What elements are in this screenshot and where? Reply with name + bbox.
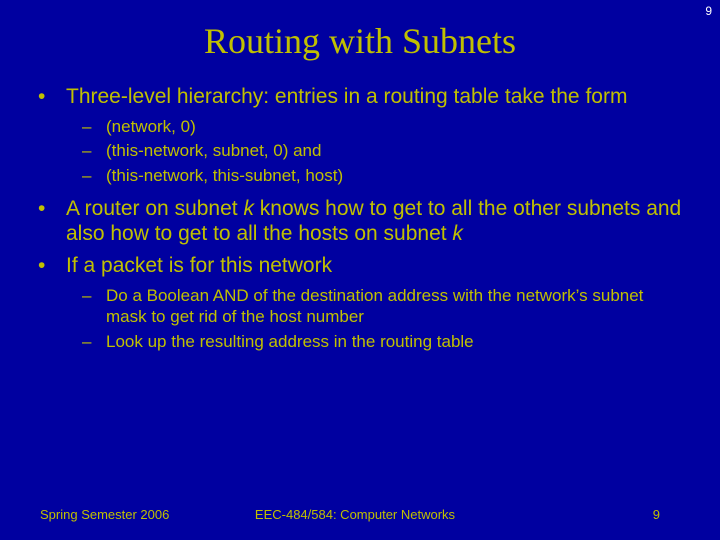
sub-bullet-item: – Do a Boolean AND of the destination ad…	[34, 285, 686, 329]
bullet-item: • A router on subnet k knows how to get …	[34, 196, 686, 247]
sub-bullet-text: (network, 0)	[106, 116, 686, 138]
sub-bullet-item: – (this-network, subnet, 0) and	[34, 140, 686, 162]
slide-body: • Three-level hierarchy: entries in a ro…	[0, 84, 720, 353]
sub-bullet-item: – (this-network, this-subnet, host)	[34, 165, 686, 187]
footer-left: Spring Semester 2006	[40, 507, 243, 522]
bullet-text: Three-level hierarchy: entries in a rout…	[66, 84, 686, 110]
slide-footer: Spring Semester 2006 EEC-484/584: Comput…	[0, 507, 720, 522]
dash-marker-icon: –	[82, 285, 106, 329]
slide-title: Routing with Subnets	[0, 0, 720, 84]
sub-bullet-text: (this-network, subnet, 0) and	[106, 140, 686, 162]
footer-page-number: 9	[457, 507, 680, 522]
bullet-text: A router on subnet k knows how to get to…	[66, 196, 686, 247]
bullet-marker-icon: •	[34, 196, 66, 247]
bullet-text: If a packet is for this network	[66, 253, 686, 279]
footer-center: EEC-484/584: Computer Networks	[243, 507, 456, 522]
bullet-item: • Three-level hierarchy: entries in a ro…	[34, 84, 686, 110]
sub-bullet-text: Look up the resulting address in the rou…	[106, 331, 686, 353]
sub-bullet-text: (this-network, this-subnet, host)	[106, 165, 686, 187]
bullet-marker-icon: •	[34, 253, 66, 279]
bullet-marker-icon: •	[34, 84, 66, 110]
slide: 9 Routing with Subnets • Three-level hie…	[0, 0, 720, 540]
dash-marker-icon: –	[82, 140, 106, 162]
dash-marker-icon: –	[82, 331, 106, 353]
dash-marker-icon: –	[82, 165, 106, 187]
page-number-top: 9	[705, 4, 712, 18]
sub-bullet-item: – Look up the resulting address in the r…	[34, 331, 686, 353]
sub-bullet-text: Do a Boolean AND of the destination addr…	[106, 285, 686, 329]
dash-marker-icon: –	[82, 116, 106, 138]
sub-bullet-item: – (network, 0)	[34, 116, 686, 138]
bullet-item: • If a packet is for this network	[34, 253, 686, 279]
